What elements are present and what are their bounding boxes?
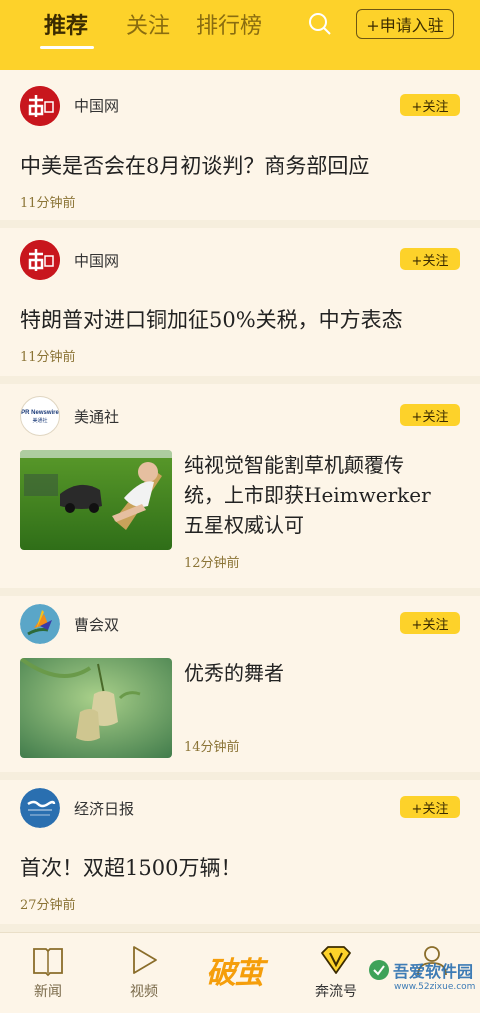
apply-join-button[interactable]: +申请入驻 <box>356 9 454 39</box>
follow-button[interactable]: +关注 <box>400 796 460 818</box>
book-icon <box>33 948 63 977</box>
watermark-title: 吾爱软件园 <box>393 962 474 981</box>
nav-video[interactable]: 视频 <box>114 943 174 1001</box>
follow-button[interactable]: +关注 <box>400 248 460 270</box>
avatar <box>20 604 60 644</box>
bird-of-paradise-flower-icon <box>20 604 60 644</box>
lawn-mower-image <box>20 450 172 550</box>
news-title-line: 五星权威认可 <box>184 513 304 537</box>
news-title[interactable]: 中美是否会在8月初谈判？商务部回应 <box>20 150 369 182</box>
nav-label-video: 视频 <box>130 984 158 1000</box>
news-title-line: 统，上市即获Heimwerker <box>184 483 431 507</box>
news-title[interactable]: 首次！双超1500万辆！ <box>20 852 241 884</box>
timestamp: 12分钟前 <box>184 556 240 571</box>
avatar <box>20 788 60 828</box>
timestamp: 11分钟前 <box>20 350 76 365</box>
follow-button[interactable]: +关注 <box>400 612 460 634</box>
nav-label-benliu: 奔流号 <box>315 984 357 1000</box>
timestamp: 11分钟前 <box>20 196 76 211</box>
follow-button[interactable]: +关注 <box>400 404 460 426</box>
brand-logo[interactable]: 破茧 <box>206 948 264 992</box>
tab-underline <box>40 46 94 49</box>
economic-daily-logo-icon <box>20 788 60 828</box>
source-name[interactable]: 曹会双 <box>74 614 119 635</box>
play-icon <box>133 946 157 974</box>
source-name[interactable]: 中国网 <box>74 95 119 116</box>
tab-recommend[interactable]: 推荐 <box>44 8 88 40</box>
search-icon[interactable] <box>308 12 332 36</box>
badge-v-icon <box>321 946 351 974</box>
watermark-logo-icon <box>369 960 389 980</box>
site-watermark: 吾爱软件园 www.52zixue.com <box>368 958 478 1008</box>
prnewswire-logo-text: PR Newswire <box>21 410 59 416</box>
avatar: PR Newswire 美通社 <box>20 396 60 436</box>
avatar <box>20 240 60 280</box>
news-thumbnail[interactable] <box>20 450 172 550</box>
news-title[interactable]: 纯视觉智能割草机颠覆传 统，上市即获Heimwerker 五星权威认可 <box>184 450 454 540</box>
news-card[interactable]: 经济日报 +关注 首次！双超1500万辆！ 27分钟前 <box>0 780 480 932</box>
news-card[interactable]: 中国网 +关注 中美是否会在8月初谈判？商务部回应 11分钟前 <box>0 70 480 228</box>
watermark-url: www.52zixue.com <box>394 982 476 992</box>
tab-ranking[interactable]: 排行榜 <box>196 8 262 40</box>
news-card[interactable]: PR Newswire 美通社 美通社 +关注 纯视觉智能割草机颠覆传 统，上市… <box>0 384 480 596</box>
news-title-line: 纯视觉智能割草机颠覆传 <box>184 453 404 477</box>
nav-news[interactable]: 新闻 <box>18 943 78 1001</box>
timestamp: 14分钟前 <box>184 740 240 755</box>
china-net-logo-icon <box>20 86 60 126</box>
news-title[interactable]: 优秀的舞者 <box>184 658 454 688</box>
avatar <box>20 86 60 126</box>
source-name[interactable]: 中国网 <box>74 250 119 271</box>
nav-benliu[interactable]: 奔流号 <box>306 943 366 1001</box>
source-name[interactable]: 经济日报 <box>74 798 134 819</box>
prnewswire-logo-subtext: 美通社 <box>32 418 48 424</box>
follow-button[interactable]: +关注 <box>400 94 460 116</box>
news-card[interactable]: 曹会双 +关注 优秀的舞者 14分钟前 <box>0 596 480 780</box>
nav-label-news: 新闻 <box>34 984 62 1000</box>
source-name[interactable]: 美通社 <box>74 406 119 427</box>
top-bar: 推荐 关注 排行榜 +申请入驻 <box>0 0 480 70</box>
news-title[interactable]: 特朗普对进口铜加征50%关税，中方表态 <box>20 304 403 336</box>
china-net-logo-icon <box>20 240 60 280</box>
tab-follow[interactable]: 关注 <box>126 8 170 40</box>
timestamp: 27分钟前 <box>20 898 76 913</box>
news-card[interactable]: 中国网 +关注 特朗普对进口铜加征50%关税，中方表态 11分钟前 <box>0 228 480 384</box>
flower-image <box>20 658 172 758</box>
news-thumbnail[interactable] <box>20 658 172 758</box>
